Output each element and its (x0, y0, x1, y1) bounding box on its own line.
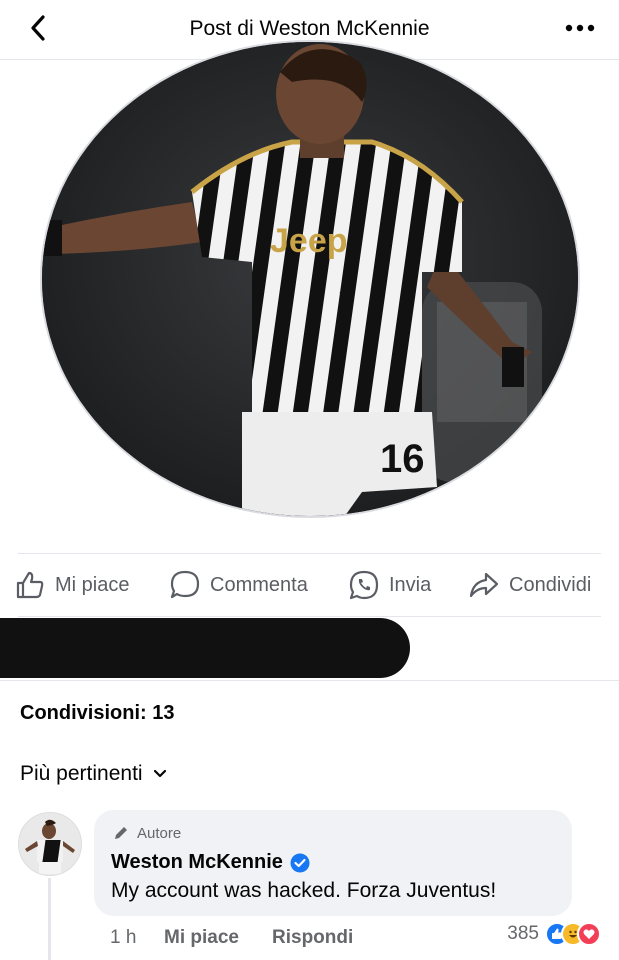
redaction-bar (0, 618, 410, 678)
divider-top (18, 553, 601, 554)
pencil-icon (115, 827, 127, 839)
comment-bubble[interactable]: Autore Weston McKennie My account was ha… (94, 810, 572, 916)
comment-label: Commenta (210, 573, 308, 596)
author-badge-label: Autore (137, 824, 182, 842)
shares-count[interactable]: Condivisioni: 13 (20, 702, 174, 725)
comment-filter-dropdown[interactable]: Più pertinenti (20, 762, 167, 786)
svg-text:16: 16 (380, 437, 425, 481)
verified-badge-icon (290, 853, 310, 872)
avatar-image (19, 813, 81, 875)
comment-author-name[interactable]: Weston McKennie (111, 851, 283, 874)
send-label: Invia (389, 573, 432, 596)
more-horizontal-icon (565, 24, 595, 32)
share-label: Condividi (509, 573, 592, 596)
comment-time: 1 h (110, 927, 137, 948)
divider-actions (18, 616, 601, 617)
comment-reply-button[interactable]: Rispondi (272, 927, 353, 949)
thumbs-up-icon (16, 571, 44, 599)
whatsapp-icon (349, 570, 379, 600)
post-image-container[interactable]: Jeep 16 (36, 40, 584, 518)
comment-bubble-icon (170, 570, 200, 599)
chevron-down-icon (153, 769, 166, 778)
send-button[interactable]: Invia (348, 568, 431, 602)
author-badge: Autore (112, 824, 181, 842)
avatar[interactable] (18, 812, 82, 876)
comment-author: Weston McKennie (111, 851, 310, 874)
thread-line (48, 878, 51, 960)
post-actions-bar: Mi piace Commenta Invia Condividi (0, 556, 619, 614)
love-reaction-icon (577, 922, 601, 946)
reaction-summary[interactable]: 385 (507, 922, 601, 946)
share-arrow-icon (469, 572, 499, 598)
like-label: Mi piace (55, 573, 130, 596)
more-options-button[interactable] (563, 14, 597, 42)
comment-like-button[interactable]: Mi piace (164, 927, 239, 949)
comment-button[interactable]: Commenta (169, 568, 308, 602)
page-title: Post di Weston McKennie (189, 17, 430, 40)
share-button[interactable]: Condividi (468, 568, 591, 602)
player-photo-illustration: Jeep 16 (42, 42, 578, 516)
comment-text: My account was hacked. Forza Juventus! (111, 879, 497, 902)
reaction-icons (545, 922, 601, 946)
divider-bottom (0, 680, 619, 681)
post-photo[interactable]: Jeep 16 (40, 40, 580, 518)
like-button[interactable]: Mi piace (14, 568, 129, 602)
svg-text:Jeep: Jeep (270, 222, 348, 260)
filter-label: Più pertinenti (20, 762, 143, 785)
reaction-count: 385 (507, 923, 539, 944)
